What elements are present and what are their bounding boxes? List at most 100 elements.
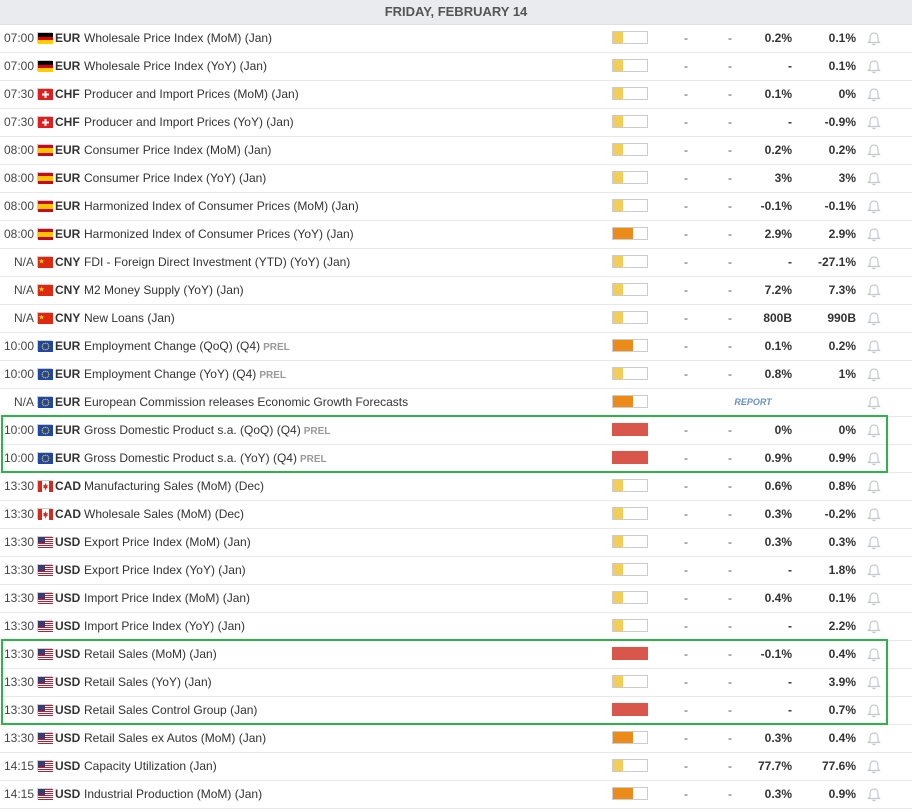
event-row[interactable]: 10:00 EUR Employment Change (QoQ) (Q4) PREL… xyxy=(0,333,912,361)
bell-icon[interactable] xyxy=(865,142,883,158)
bell-icon[interactable] xyxy=(865,758,883,774)
event-title[interactable]: Export Price Index (YoY) (Jan) xyxy=(84,563,246,577)
event-title[interactable]: Retail Sales Control Group (Jan) xyxy=(84,703,257,717)
event-name[interactable]: Consumer Price Index (YoY) (Jan) xyxy=(84,165,266,191)
event-title[interactable]: M2 Money Supply (YoY) (Jan) xyxy=(84,283,244,297)
bell-icon[interactable] xyxy=(865,254,883,270)
event-row[interactable]: 08:00 EUR Harmonized Index of Consumer Pri… xyxy=(0,221,912,249)
event-name[interactable]: Gross Domestic Product s.a. (QoQ) (Q4) PR… xyxy=(84,417,330,445)
event-row[interactable]: 13:30 CAD Manufacturing Sales (MoM) (Dec) -… xyxy=(0,473,912,501)
event-name[interactable]: New Loans (Jan) xyxy=(84,305,175,331)
event-row[interactable]: 14:15 USD Capacity Utilization (Jan) - -77.7… xyxy=(0,753,912,781)
event-name[interactable]: Import Price Index (MoM) (Jan) xyxy=(84,585,250,611)
event-name[interactable]: Retail Sales Control Group (Jan) xyxy=(84,697,257,723)
event-title[interactable]: Manufacturing Sales (MoM) (Dec) xyxy=(84,479,264,493)
bell-icon[interactable] xyxy=(865,506,883,522)
event-title[interactable]: European Commission releases Economic Gr… xyxy=(84,395,408,409)
event-row[interactable]: 07:00 EUR Wholesale Price Index (YoY) (Jan… xyxy=(0,53,912,81)
event-name[interactable]: Employment Change (YoY) (Q4) PREL xyxy=(84,361,286,389)
event-row[interactable]: 13:30 USD Export Price Index (YoY) (Jan) - -… xyxy=(0,557,912,585)
event-name[interactable]: Gross Domestic Product s.a. (YoY) (Q4) PR… xyxy=(84,445,327,473)
event-title[interactable]: Producer and Import Prices (YoY) (Jan) xyxy=(84,115,294,129)
event-row[interactable]: N/A CNY New Loans (Jan) - -800B 990B xyxy=(0,305,912,333)
event-name[interactable]: Wholesale Price Index (YoY) (Jan) xyxy=(84,53,267,79)
bell-icon[interactable] xyxy=(865,58,883,74)
bell-icon[interactable] xyxy=(865,310,883,326)
event-title[interactable]: Retail Sales (MoM) (Jan) xyxy=(84,647,217,661)
event-name[interactable]: Consumer Price Index (MoM) (Jan) xyxy=(84,137,271,163)
bell-icon[interactable] xyxy=(865,394,883,410)
bell-icon[interactable] xyxy=(865,226,883,242)
event-row[interactable]: 14:15 USD Industrial Production (MoM) (Jan… xyxy=(0,781,912,809)
bell-icon[interactable] xyxy=(865,450,883,466)
bell-icon[interactable] xyxy=(865,702,883,718)
event-title[interactable]: Import Price Index (YoY) (Jan) xyxy=(84,619,245,633)
event-row[interactable]: 07:00 EUR Wholesale Price Index (MoM) (Jan… xyxy=(0,25,912,53)
event-title[interactable]: Import Price Index (MoM) (Jan) xyxy=(84,591,250,605)
event-row[interactable]: 13:30 CAD Wholesale Sales (MoM) (Dec) - -0.3… xyxy=(0,501,912,529)
bell-icon[interactable] xyxy=(865,674,883,690)
bell-icon[interactable] xyxy=(865,534,883,550)
event-title[interactable]: Wholesale Price Index (MoM) (Jan) xyxy=(84,31,272,45)
event-row[interactable]: 13:30 USD Import Price Index (YoY) (Jan) - -… xyxy=(0,613,912,641)
event-title[interactable]: Industrial Production (MoM) (Jan) xyxy=(84,787,262,801)
bell-icon[interactable] xyxy=(865,114,883,130)
bell-icon[interactable] xyxy=(865,198,883,214)
event-row[interactable]: 13:30 USD Retail Sales (MoM) (Jan) - - -0.1% 0… xyxy=(0,641,912,669)
bell-icon[interactable] xyxy=(865,422,883,438)
event-title[interactable]: Producer and Import Prices (MoM) (Jan) xyxy=(84,87,299,101)
event-row[interactable]: 07:30 CHF Producer and Import Prices (YoY)… xyxy=(0,109,912,137)
event-title[interactable]: Retail Sales (YoY) (Jan) xyxy=(84,675,212,689)
bell-icon[interactable] xyxy=(865,282,883,298)
event-title[interactable]: Retail Sales ex Autos (MoM) (Jan) xyxy=(84,731,266,745)
bell-icon[interactable] xyxy=(865,562,883,578)
event-name[interactable]: Retail Sales (YoY) (Jan) xyxy=(84,669,212,695)
event-name[interactable]: Producer and Import Prices (YoY) (Jan) xyxy=(84,109,294,135)
event-row[interactable]: 08:00 EUR Consumer Price Index (MoM) (Jan)… xyxy=(0,137,912,165)
event-title[interactable]: Consumer Price Index (MoM) (Jan) xyxy=(84,143,271,157)
bell-icon[interactable] xyxy=(865,170,883,186)
bell-icon[interactable] xyxy=(865,618,883,634)
bell-icon[interactable] xyxy=(865,30,883,46)
event-name[interactable]: European Commission releases Economic Gr… xyxy=(84,389,408,415)
event-row[interactable]: 08:00 EUR Harmonized Index of Consumer Pri… xyxy=(0,193,912,221)
event-title[interactable]: Employment Change (YoY) (Q4) xyxy=(84,367,256,381)
event-row[interactable]: N/A EUR European Commission releases Econo… xyxy=(0,389,912,417)
bell-icon[interactable] xyxy=(865,590,883,606)
event-title[interactable]: Gross Domestic Product s.a. (QoQ) (Q4) xyxy=(84,423,301,437)
event-row[interactable]: 13:30 USD Retail Sales ex Autos (MoM) (Jan… xyxy=(0,725,912,753)
event-name[interactable]: Producer and Import Prices (MoM) (Jan) xyxy=(84,81,299,107)
event-title[interactable]: New Loans (Jan) xyxy=(84,311,175,325)
event-name[interactable]: FDI - Foreign Direct Investment (YTD) (Y… xyxy=(84,249,350,275)
event-name[interactable]: Export Price Index (MoM) (Jan) xyxy=(84,529,251,555)
event-title[interactable]: Employment Change (QoQ) (Q4) xyxy=(84,339,260,353)
event-title[interactable]: Wholesale Sales (MoM) (Dec) xyxy=(84,507,244,521)
event-name[interactable]: Employment Change (QoQ) (Q4) PREL xyxy=(84,333,290,361)
event-title[interactable]: Wholesale Price Index (YoY) (Jan) xyxy=(84,59,267,73)
report-link[interactable]: REPORT xyxy=(728,389,778,415)
event-row[interactable]: N/A CNY FDI - Foreign Direct Investment (Y… xyxy=(0,249,912,277)
event-name[interactable]: Wholesale Sales (MoM) (Dec) xyxy=(84,501,244,527)
bell-icon[interactable] xyxy=(865,478,883,494)
event-name[interactable]: M2 Money Supply (YoY) (Jan) xyxy=(84,277,244,303)
event-row[interactable]: 13:30 USD Retail Sales (YoY) (Jan) - - -3.9% xyxy=(0,669,912,697)
event-row[interactable]: 07:30 CHF Producer and Import Prices (MoM)… xyxy=(0,81,912,109)
event-name[interactable]: Manufacturing Sales (MoM) (Dec) xyxy=(84,473,264,499)
bell-icon[interactable] xyxy=(865,366,883,382)
event-row[interactable]: 10:00 EUR Employment Change (YoY) (Q4) PREL… xyxy=(0,361,912,389)
event-name[interactable]: Retail Sales ex Autos (MoM) (Jan) xyxy=(84,725,266,751)
event-name[interactable]: Industrial Production (MoM) (Jan) xyxy=(84,781,262,807)
event-title[interactable]: Gross Domestic Product s.a. (YoY) (Q4) xyxy=(84,451,297,465)
event-title[interactable]: Harmonized Index of Consumer Prices (MoM… xyxy=(84,199,359,213)
event-row[interactable]: 08:00 EUR Consumer Price Index (YoY) (Jan)… xyxy=(0,165,912,193)
event-title[interactable]: Capacity Utilization (Jan) xyxy=(84,759,217,773)
event-name[interactable]: Harmonized Index of Consumer Prices (YoY… xyxy=(84,221,354,247)
event-title[interactable]: Export Price Index (MoM) (Jan) xyxy=(84,535,251,549)
event-row[interactable]: 13:30 USD Import Price Index (MoM) (Jan) - -… xyxy=(0,585,912,613)
event-title[interactable]: FDI - Foreign Direct Investment (YTD) (Y… xyxy=(84,255,350,269)
bell-icon[interactable] xyxy=(865,86,883,102)
event-name[interactable]: Retail Sales (MoM) (Jan) xyxy=(84,641,217,667)
event-name[interactable]: Import Price Index (YoY) (Jan) xyxy=(84,613,245,639)
event-row[interactable]: 10:00 EUR Gross Domestic Product s.a. (QoQ… xyxy=(0,417,912,445)
event-row[interactable]: 10:00 EUR Gross Domestic Product s.a. (YoY… xyxy=(0,445,912,473)
